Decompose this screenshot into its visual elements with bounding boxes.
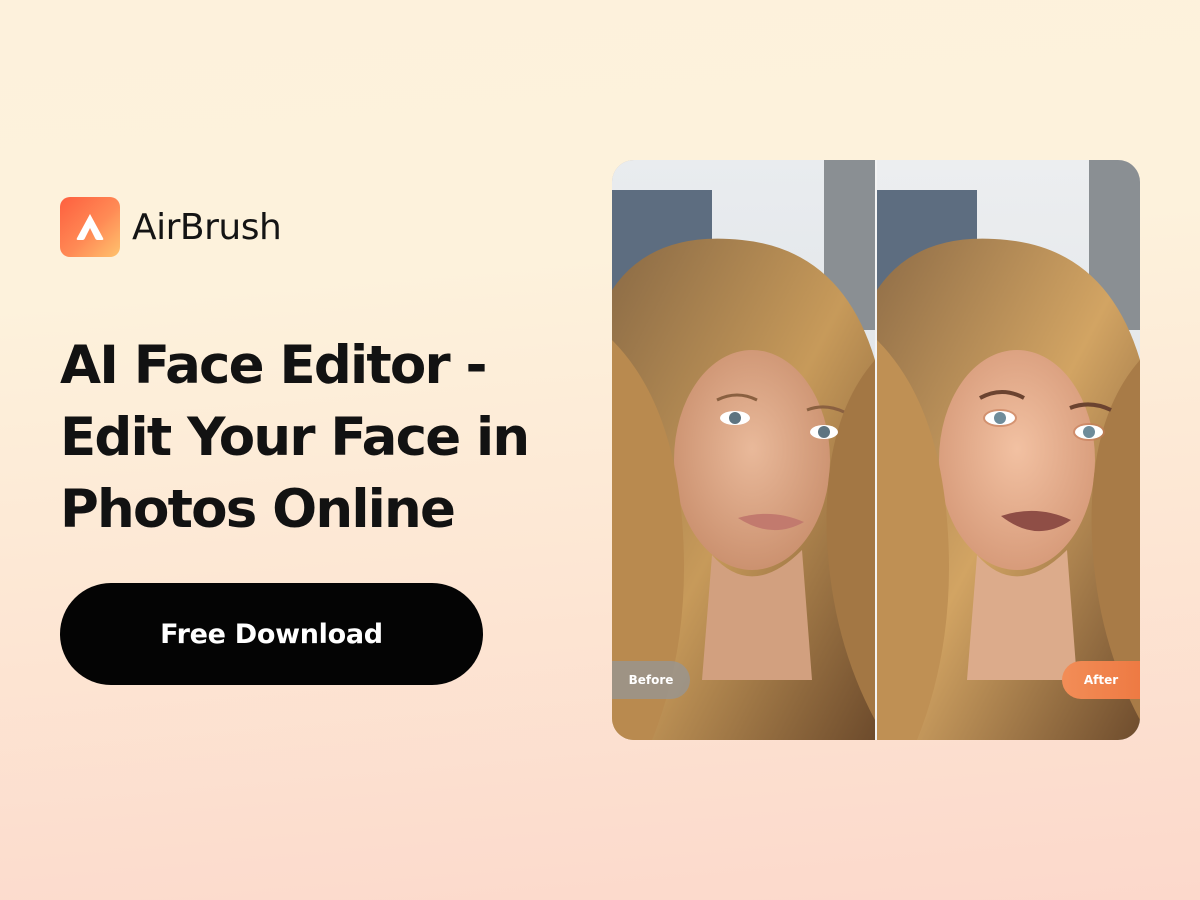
page-headline: AI Face Editor - Edit Your Face in Photo… bbox=[60, 330, 600, 546]
after-photo bbox=[877, 160, 1140, 740]
before-label: Before bbox=[612, 661, 690, 699]
after-label: After bbox=[1062, 661, 1140, 699]
airbrush-logo-icon[interactable] bbox=[60, 197, 120, 257]
headline-line-1: AI Face Editor - bbox=[60, 335, 488, 396]
headline-line-2: Edit Your Face in bbox=[60, 407, 530, 468]
before-after-comparison: Before After bbox=[612, 160, 1140, 740]
brand-header: AirBrush bbox=[60, 197, 282, 257]
before-photo bbox=[612, 160, 875, 740]
headline-line-3: Photos Online bbox=[60, 479, 456, 540]
free-download-button[interactable]: Free Download bbox=[60, 583, 483, 685]
brand-name[interactable]: AirBrush bbox=[132, 207, 282, 248]
